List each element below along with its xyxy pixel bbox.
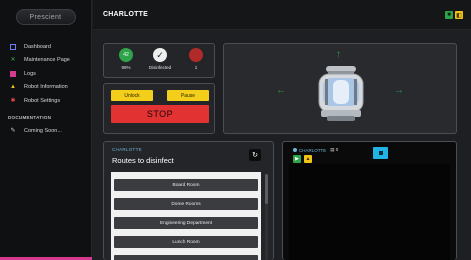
alert-count: 1 — [194, 65, 198, 70]
sidebar-item-maintenance[interactable]: ✕ Maintenance Page — [0, 54, 92, 68]
sidebar-item-robot-information[interactable]: ▲ Robot Information — [0, 81, 92, 95]
map-robot-name: CHARLOTTE — [299, 147, 327, 153]
logo[interactable]: Prescient — [0, 0, 91, 34]
battery-circle: 42 — [119, 48, 133, 62]
doc-icon: ✎ — [10, 127, 16, 134]
sidebar-item-label: Logs — [24, 70, 36, 77]
sidebar-item-label: Coming Soon... — [24, 127, 62, 134]
stop-button[interactable]: STOP — [111, 105, 209, 123]
map-play-icon[interactable]: ▶ — [293, 155, 301, 163]
routes-scrollbar[interactable] — [265, 174, 268, 260]
map-warning-icon[interactable]: ▲ — [304, 155, 312, 163]
map-canvas[interactable] — [289, 164, 450, 260]
map-fullscreen-button[interactable] — [373, 147, 388, 159]
unlock-button[interactable]: Unlock — [111, 90, 153, 101]
square-icon — [378, 151, 383, 155]
route-item-lunch-room[interactable]: Lunch Room — [114, 236, 258, 248]
route-item-dome-rooms[interactable]: Dome Rooms — [114, 198, 258, 210]
alert-circle — [189, 48, 203, 62]
notification-icon[interactable]: ◧ — [455, 11, 463, 19]
refresh-button[interactable]: ↻ — [249, 149, 261, 161]
sidebar-item-robot-settings[interactable]: ✱ Robot Settings — [0, 94, 92, 108]
route-list: Board Room Dome Rooms Engineering Depart… — [111, 172, 261, 260]
map-badge-count: 0 — [335, 147, 339, 152]
routes-panel: CHARLOTTE Routes to disinfect ↻ Board Ro… — [103, 141, 274, 260]
top-bar: CHARLOTTE ■ ◧ — [93, 0, 471, 30]
route-item-engineering[interactable]: Engineering Department — [114, 217, 258, 229]
sidebar-item-label: Maintenance Page — [24, 57, 70, 64]
disinfected-label: Disinfected — [148, 65, 172, 70]
sidebar-item-logs[interactable]: Logs — [0, 67, 92, 81]
route-item-next[interactable] — [114, 255, 258, 260]
robot-control-panel: ↑ ← → — [223, 43, 457, 134]
list-icon — [10, 70, 16, 77]
map-panel: CHARLOTTE ▤ 0 ▶ ▲ — [282, 141, 457, 260]
disinfected-stat: ✓ Disinfected — [140, 48, 180, 70]
sidebar-item-label: Dashboard — [24, 43, 51, 50]
sidebar-nav: Dashboard ✕ Maintenance Page Logs ▲ Robo… — [0, 40, 92, 108]
refresh-icon: ↻ — [252, 152, 258, 159]
arrow-up-icon[interactable]: ↑ — [336, 50, 341, 60]
documentation-heading: DOCUMENTATION — [8, 115, 52, 120]
sidebar-item-dashboard[interactable]: Dashboard — [0, 40, 92, 54]
pause-button[interactable]: Pause — [167, 90, 209, 101]
status-panel: 42 99% ✓ Disinfected 1 — [103, 43, 215, 78]
page-title: CHARLOTTE — [103, 11, 148, 18]
person-icon: ▲ — [10, 84, 16, 91]
sidebar-item-label: Robot Information — [24, 84, 68, 91]
gear-icon: ✱ — [10, 97, 16, 104]
scrollbar-thumb[interactable] — [265, 174, 268, 204]
sidebar-item-coming-soon[interactable]: ✎ Coming Soon... — [0, 124, 92, 138]
robot-image — [318, 66, 364, 121]
logo-text: Prescient — [15, 9, 76, 25]
routes-title: Routes to disinfect — [112, 156, 174, 165]
connection-status-icon[interactable]: ■ — [445, 11, 453, 19]
wrench-icon: ✕ — [10, 57, 16, 64]
sidebar: Prescient Dashboard ✕ Maintenance Page L… — [0, 0, 92, 260]
robot-status-dot-icon — [293, 148, 297, 152]
alert-stat: 1 — [176, 48, 216, 70]
routes-robot-name: CHARLOTTE — [112, 147, 142, 152]
map-badge: ▤ 0 — [330, 147, 339, 152]
arrow-left-icon[interactable]: ← — [276, 86, 286, 96]
arrow-right-icon[interactable]: → — [394, 86, 404, 96]
check-icon: ✓ — [153, 48, 167, 62]
controls-panel: Unlock Pause STOP — [103, 83, 215, 134]
sidebar-item-label: Robot Settings — [24, 97, 61, 104]
map-header: CHARLOTTE ▤ 0 — [293, 147, 338, 153]
route-item-board-room[interactable]: Board Room — [114, 179, 258, 191]
monitor-icon — [10, 43, 16, 50]
